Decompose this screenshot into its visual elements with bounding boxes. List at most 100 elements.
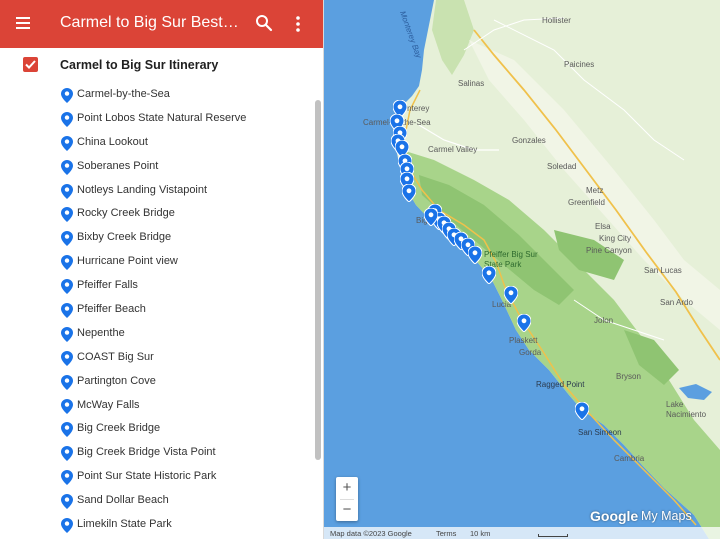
- map-label-paicines: Paicines: [564, 60, 595, 69]
- place-label: Point Sur State Historic Park: [77, 470, 217, 483]
- zoom-out-button[interactable]: −: [336, 499, 358, 521]
- map-label-salinas: Salinas: [458, 79, 485, 88]
- place-label: Pfeiffer Beach: [77, 303, 146, 316]
- map-label-greenfield: Greenfield: [568, 198, 605, 207]
- location-pin-icon: [61, 374, 73, 390]
- layer-title[interactable]: Carmel to Big Sur Itinerary: [60, 58, 218, 72]
- place-item[interactable]: COAST Big Sur: [0, 347, 312, 371]
- zoom-in-button[interactable]: +: [336, 477, 358, 499]
- place-item[interactable]: Soberanes Point: [0, 156, 312, 180]
- place-item[interactable]: China Lookout: [0, 132, 312, 156]
- terms-link[interactable]: Terms: [436, 529, 456, 538]
- place-item[interactable]: Carmel-by-the-Sea: [0, 84, 312, 108]
- map-label-pine-canyon: Pine Canyon: [586, 246, 632, 255]
- place-item[interactable]: Hurricane Point view: [0, 251, 312, 275]
- location-pin-icon: [61, 446, 73, 462]
- place-label: Notleys Landing Vistapoint: [77, 183, 208, 196]
- place-item[interactable]: Partington Cove: [0, 371, 312, 395]
- place-item[interactable]: Sand Dollar Beach: [0, 490, 312, 514]
- place-label: Hurricane Point view: [77, 255, 178, 268]
- place-item[interactable]: McWay Falls: [0, 395, 312, 419]
- place-item[interactable]: Big Creek Bridge Vista Point: [0, 442, 312, 466]
- place-item[interactable]: Point Sur State Historic Park: [0, 466, 312, 490]
- place-label: Sand Dollar Beach: [77, 494, 169, 507]
- map-label-gorda: Gorda: [519, 348, 542, 357]
- location-pin-icon: [61, 255, 73, 271]
- map-label-san-simeon: San Simeon: [578, 428, 622, 437]
- map-label-lake-nacimiento: Lake Nacimiento: [666, 400, 707, 419]
- search-icon[interactable]: [254, 13, 274, 33]
- google-logo: Google: [590, 508, 639, 524]
- place-label: Nepenthe: [77, 326, 125, 339]
- place-item[interactable]: Rocky Creek Bridge: [0, 203, 312, 227]
- map-label-cambria: Cambria: [614, 454, 645, 463]
- location-pin-icon: [61, 231, 73, 247]
- place-item[interactable]: Big Creek Bridge: [0, 418, 312, 442]
- app-window: Carmel to Big Sur Best St... Carmel to B…: [0, 0, 720, 539]
- place-item[interactable]: Notleys Landing Vistapoint: [0, 180, 312, 204]
- map-label-ragged-point: Ragged Point: [536, 380, 585, 389]
- place-label: Limekiln State Park: [77, 518, 172, 531]
- place-label: Pfeiffer Falls: [77, 279, 138, 292]
- place-label: China Lookout: [77, 135, 148, 148]
- location-pin-icon: [61, 183, 73, 199]
- map-label-carmel-valley: Carmel Valley: [428, 145, 478, 154]
- map-label-san-lucas: San Lucas: [644, 266, 682, 275]
- map-label-jolon: Jolon: [594, 316, 614, 325]
- location-pin-icon: [61, 135, 73, 151]
- map-legend-panel: Carmel to Big Sur Best St... Carmel to B…: [0, 0, 324, 539]
- place-label: McWay Falls: [77, 398, 140, 411]
- location-pin-icon: [61, 111, 73, 127]
- map-label-gonzales: Gonzales: [512, 136, 546, 145]
- location-pin-icon: [61, 422, 73, 438]
- mymaps-logo: My Maps: [641, 509, 692, 523]
- map-label-plaskett: Plaskett: [509, 336, 538, 345]
- map-label-bryson: Bryson: [616, 372, 641, 381]
- place-label: Soberanes Point: [77, 159, 159, 172]
- place-label: Rocky Creek Bridge: [77, 207, 175, 220]
- zoom-controls: + −: [336, 477, 358, 521]
- place-item[interactable]: Pfeiffer Beach: [0, 299, 312, 323]
- location-pin-icon: [61, 518, 73, 534]
- map-marker-icon[interactable]: [516, 313, 532, 333]
- map-marker-icon[interactable]: [574, 401, 590, 421]
- place-list: Carmel-by-the-Sea Point Lobos State Natur…: [0, 84, 312, 538]
- location-pin-icon: [61, 350, 73, 366]
- place-label: Big Creek Bridge Vista Point: [77, 446, 216, 459]
- map-title[interactable]: Carmel to Big Sur Best St...: [60, 14, 242, 32]
- map-label-hollister: Hollister: [542, 16, 571, 25]
- map-canvas[interactable]: Monterey Bay Salinas Hollister Paicines …: [324, 0, 720, 539]
- location-pin-icon: [61, 279, 73, 295]
- map-marker-icon[interactable]: [467, 245, 483, 265]
- map-marker-icon[interactable]: [481, 265, 497, 285]
- location-pin-icon: [61, 303, 73, 319]
- panel-header: Carmel to Big Sur Best St...: [0, 0, 323, 48]
- place-item[interactable]: Pfeiffer Falls: [0, 275, 312, 299]
- place-label: Carmel-by-the-Sea: [77, 88, 170, 100]
- map-marker-icon[interactable]: [503, 285, 519, 305]
- scrollbar[interactable]: [315, 100, 321, 460]
- more-vert-icon[interactable]: [290, 13, 306, 35]
- hamburger-menu-icon[interactable]: [14, 13, 36, 35]
- location-pin-icon: [61, 88, 73, 103]
- location-pin-icon: [61, 326, 73, 342]
- place-label: COAST Big Sur: [77, 350, 154, 363]
- map-marker-icon[interactable]: [423, 207, 439, 227]
- map-data-credit: Map data ©2023 Google: [330, 529, 412, 538]
- map-label-king-city: King City: [599, 234, 632, 243]
- map-label-san-ardo: San Ardo: [660, 298, 693, 307]
- layer-row: Carmel to Big Sur Itinerary: [0, 52, 323, 78]
- place-item[interactable]: Bixby Creek Bridge: [0, 227, 312, 251]
- place-item[interactable]: Point Lobos State Natural Reserve: [0, 108, 312, 132]
- map-label-metz: Metz: [586, 186, 604, 195]
- location-pin-icon: [61, 159, 73, 175]
- location-pin-icon: [61, 470, 73, 486]
- location-pin-icon: [61, 494, 73, 510]
- layer-checkbox[interactable]: [23, 57, 38, 72]
- place-item[interactable]: Limekiln State Park: [0, 514, 312, 538]
- location-pin-icon: [61, 207, 73, 223]
- checkmark-icon: [25, 60, 36, 69]
- place-item[interactable]: Nepenthe: [0, 323, 312, 347]
- place-label: Big Creek Bridge: [77, 422, 161, 435]
- map-marker-icon[interactable]: [401, 183, 417, 203]
